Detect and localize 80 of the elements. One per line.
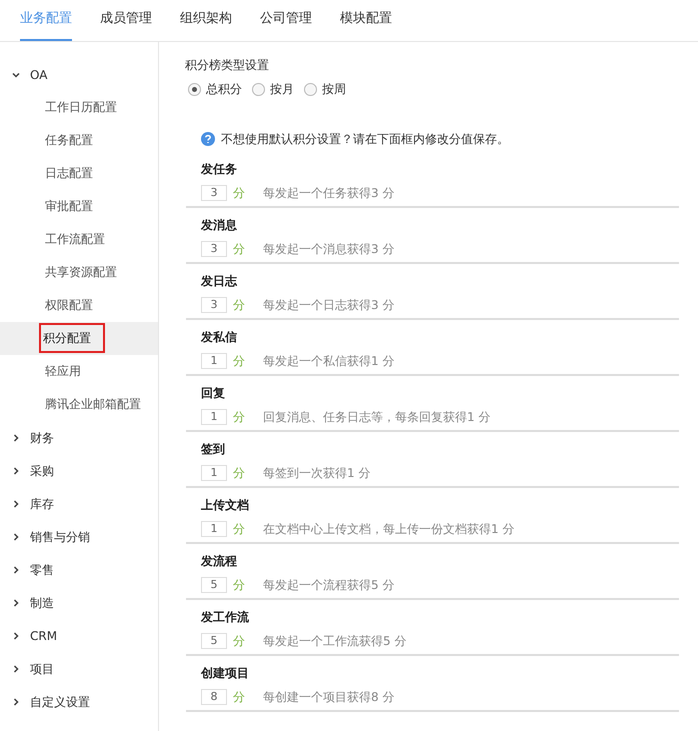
sidebar-group[interactable]: 自定义设置 — [0, 685, 158, 718]
rule-description: 每发起一个流程获得5 分 — [263, 577, 394, 594]
rule-title: 上传文档 — [201, 497, 250, 514]
sidebar-item[interactable]: 腾讯企业邮箱配置 — [0, 388, 158, 421]
sidebar-group[interactable]: 制造 — [0, 586, 158, 619]
points-input[interactable]: 3 — [201, 241, 227, 257]
points-input[interactable]: 1 — [201, 465, 227, 481]
points-input[interactable]: 8 — [201, 689, 227, 705]
sidebar-item[interactable]: 工作流配置 — [0, 223, 158, 256]
hint-text: 不想使用默认积分设置？请在下面框内修改分值保存。 — [221, 131, 509, 148]
sidebar-item[interactable]: 积分配置 — [0, 322, 158, 355]
rule-title: 发任务 — [201, 161, 238, 178]
sidebar-item[interactable]: 审批配置 — [0, 190, 158, 223]
sidebar-item[interactable]: 轻应用 — [0, 355, 158, 388]
item-label: 工作日历配置 — [44, 99, 118, 116]
rule-description: 每创建一个项目获得8 分 — [263, 689, 394, 706]
sidebar-group[interactable]: 采购 — [0, 454, 158, 487]
nav-tab[interactable]: 成员管理 — [100, 0, 152, 41]
rule-title: 发流程 — [201, 553, 238, 570]
item-label: 权限配置 — [44, 297, 94, 314]
points-input[interactable]: 1 — [201, 353, 227, 369]
item-label: 轻应用 — [44, 363, 82, 380]
nav-tab[interactable]: 组织架构 — [180, 0, 232, 41]
radio-option[interactable]: 按周 — [304, 80, 346, 98]
nav-tab[interactable]: 公司管理 — [260, 0, 312, 41]
rule-description: 每发起一个消息获得3 分 — [263, 241, 394, 258]
help-icon — [201, 132, 215, 146]
unit-label: 分 — [233, 633, 245, 650]
sidebar-group[interactable]: OA — [0, 58, 158, 91]
rule-description: 回复消息、任务日志等，每条回复获得1 分 — [263, 409, 490, 426]
highlighted-label: 积分配置 — [41, 325, 103, 351]
sidebar-group[interactable]: 销售与分销 — [0, 520, 158, 553]
section-title: 积分榜类型设置 — [185, 57, 270, 74]
radio-option[interactable]: 总积分 — [188, 80, 242, 98]
points-input[interactable]: 3 — [201, 185, 227, 201]
rule-title: 创建项目 — [201, 665, 250, 682]
sidebar-group[interactable]: CRM — [0, 619, 158, 652]
unit-label: 分 — [233, 241, 245, 258]
sidebar-item[interactable]: 工作日历配置 — [0, 91, 158, 124]
nav-tab[interactable]: 模块配置 — [340, 0, 392, 41]
unit-label: 分 — [233, 409, 245, 426]
unit-label: 分 — [233, 297, 245, 314]
unit-label: 分 — [233, 577, 245, 594]
item-label: 审批配置 — [44, 198, 94, 215]
unit-label: 分 — [233, 689, 245, 706]
unit-label: 分 — [233, 465, 245, 482]
rule-title: 发日志 — [201, 273, 238, 290]
rule-title: 签到 — [201, 441, 226, 458]
points-input[interactable]: 5 — [201, 633, 227, 649]
sidebar-item[interactable]: 日志配置 — [0, 157, 158, 190]
rule-description: 每签到一次获得1 分 — [263, 465, 370, 482]
rule-description: 每发起一个日志获得3 分 — [263, 297, 394, 314]
sidebar-group[interactable]: 零售 — [0, 553, 158, 586]
rule-title: 发工作流 — [201, 609, 250, 626]
rule-description: 每发起一个工作流获得5 分 — [263, 633, 406, 650]
unit-label: 分 — [233, 185, 245, 202]
sidebar-group[interactable]: 项目 — [0, 652, 158, 685]
rule-title: 发私信 — [201, 329, 238, 346]
radio-option[interactable]: 按月 — [252, 80, 294, 98]
rule-description: 每发起一个任务获得3 分 — [263, 185, 394, 202]
item-label: 日志配置 — [44, 165, 94, 182]
points-input[interactable]: 1 — [201, 409, 227, 425]
sidebar-item[interactable]: 共享资源配置 — [0, 256, 158, 289]
sidebar-group[interactable]: 库存 — [0, 487, 158, 520]
rule-description: 每发起一个私信获得1 分 — [263, 353, 394, 370]
item-label: 共享资源配置 — [44, 264, 118, 281]
rule-title: 发消息 — [201, 217, 238, 234]
sidebar-item[interactable]: 任务配置 — [0, 124, 158, 157]
item-label: 腾讯企业邮箱配置 — [44, 396, 142, 413]
points-input[interactable]: 1 — [201, 521, 227, 537]
points-input[interactable]: 3 — [201, 297, 227, 313]
points-input[interactable]: 5 — [201, 577, 227, 593]
rule-description: 在文档中心上传文档，每上传一份文档获得1 分 — [263, 521, 514, 538]
item-label: 任务配置 — [44, 132, 94, 149]
rule-title: 回复 — [201, 385, 226, 402]
sidebar-group[interactable]: 财务 — [0, 421, 158, 454]
sidebar-item[interactable]: 权限配置 — [0, 289, 158, 322]
unit-label: 分 — [233, 521, 245, 538]
unit-label: 分 — [233, 353, 245, 370]
item-label: 工作流配置 — [44, 231, 106, 248]
